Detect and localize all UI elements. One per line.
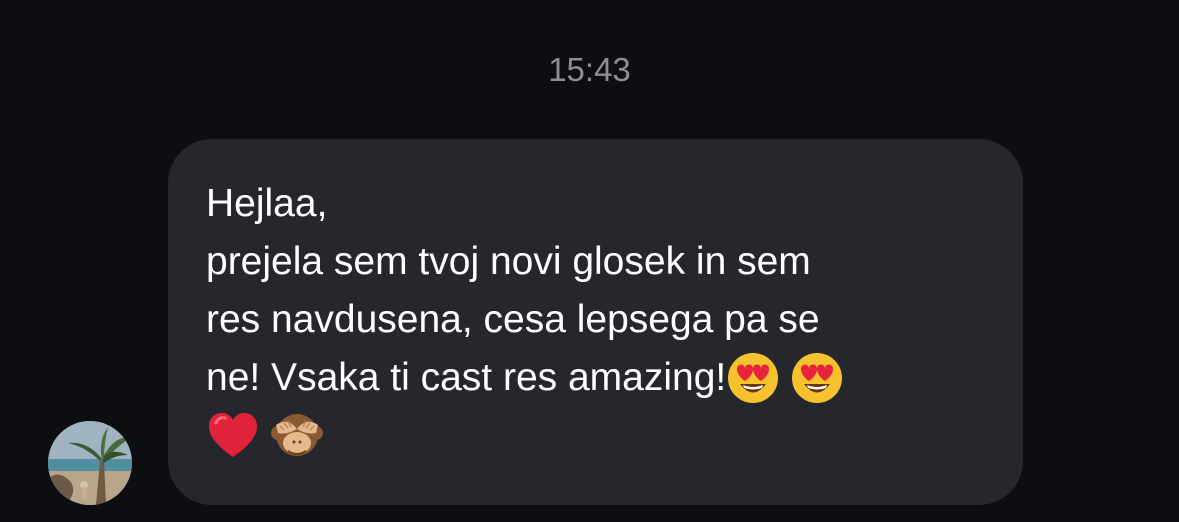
message-line [206,407,993,465]
heart-eyes-emoji-icon [790,351,844,405]
message-timestamp: 15:43 [548,51,631,88]
message-line: ne! Vsaka ti cast res amazing! [206,349,993,407]
heart-eyes-emoji-icon [726,351,780,405]
message-text: res navdusena, cesa lepsega pa se [206,298,820,341]
red-heart-emoji-icon [206,409,260,463]
message-line: prejela sem tvoj novi glosek in sem [206,233,993,291]
message-line: res navdusena, cesa lepsega pa se [206,291,993,349]
message-line: Hejlaa, [206,175,993,233]
see-no-evil-monkey-emoji-icon [270,409,324,463]
message-text: ne! Vsaka ti cast res amazing! [206,356,727,399]
message-text: prejela sem tvoj novi glosek in sem [206,240,811,283]
message-text: Hejlaa, [206,182,328,225]
message-bubble[interactable]: Hejlaa, prejela sem tvoj novi glosek in … [168,139,1023,505]
sender-avatar[interactable] [48,421,132,505]
